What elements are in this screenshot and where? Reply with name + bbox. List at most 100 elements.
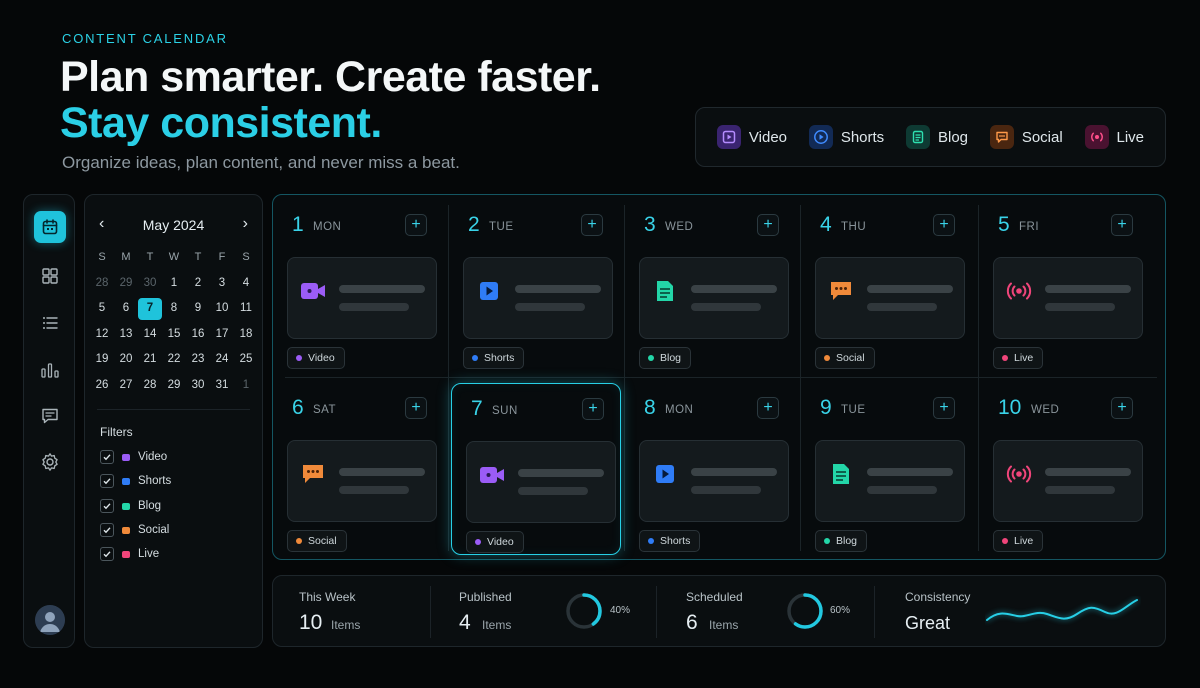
messages-icon[interactable] [34,400,66,432]
mini-calendar-day[interactable]: 22 [162,349,186,371]
checkbox-checked[interactable] [100,499,114,513]
checkbox-checked[interactable] [100,474,114,488]
legend-label-blog: Blog [937,128,969,146]
mini-calendar-day[interactable]: 1 [234,375,258,397]
add-item-button[interactable]: + [757,397,779,419]
add-item-button[interactable]: + [933,397,955,419]
mini-calendar-day[interactable]: 29 [114,273,138,295]
content-card[interactable] [639,257,789,339]
mini-calendar-day[interactable]: 15 [162,324,186,346]
mini-calendar-day[interactable]: 28 [90,273,114,295]
filter-shorts[interactable]: Shorts [100,473,171,489]
mini-calendar-day[interactable]: 3 [210,273,234,295]
mini-calendar-day[interactable]: 17 [210,324,234,346]
add-item-button[interactable]: + [405,397,427,419]
checkbox-checked[interactable] [100,523,114,537]
content-type-tag[interactable]: Blog [815,530,868,552]
content-card[interactable] [466,441,616,523]
filter-live[interactable]: Live [100,546,159,562]
legend-item-shorts[interactable]: Shorts [808,125,884,149]
mini-calendar-day[interactable]: 2 [186,273,210,295]
day-cell-1[interactable]: 1 MON + Video [273,200,443,372]
mini-calendar-day[interactable]: 29 [162,375,186,397]
mini-calendar-day[interactable]: 11 [234,298,258,320]
mini-calendar-day[interactable]: 30 [138,273,162,295]
mini-calendar-day[interactable]: 13 [114,324,138,346]
add-item-button[interactable]: + [581,214,603,236]
content-card[interactable] [993,440,1143,522]
content-card[interactable] [815,440,965,522]
filter-blog[interactable]: Blog [100,498,161,514]
content-card[interactable] [463,257,613,339]
mini-calendar-day[interactable]: 4 [234,273,258,295]
mini-calendar-day[interactable]: 28 [138,375,162,397]
day-cell-6[interactable]: 6 SAT + Social [273,383,443,555]
mini-calendar-day[interactable]: 21 [138,349,162,371]
checkbox-checked[interactable] [100,450,114,464]
add-item-button[interactable]: + [1111,397,1133,419]
mini-calendar-day[interactable]: 19 [90,349,114,371]
mini-calendar-day[interactable]: 25 [234,349,258,371]
mini-calendar-day[interactable]: 8 [162,298,186,320]
content-type-tag[interactable]: Social [287,530,347,552]
mini-calendar-day[interactable]: 31 [210,375,234,397]
list-icon[interactable] [34,307,66,339]
mini-calendar-day[interactable]: 30 [186,375,210,397]
content-type-tag[interactable]: Live [993,530,1044,552]
mini-calendar-day[interactable]: 23 [186,349,210,371]
mini-calendar-day[interactable]: 5 [90,298,114,320]
add-item-button[interactable]: + [1111,214,1133,236]
add-item-button[interactable]: + [405,214,427,236]
legend-item-blog[interactable]: Blog [905,125,969,149]
content-card[interactable] [287,440,437,522]
content-type-tag[interactable]: Blog [639,347,692,369]
content-type-tag[interactable]: Shorts [639,530,701,552]
mini-calendar-day[interactable]: 27 [114,375,138,397]
grid-icon[interactable] [34,260,66,292]
mini-calendar-day[interactable]: 12 [90,324,114,346]
day-cell-10[interactable]: 10 WED + Live [979,383,1149,555]
day-cell-5[interactable]: 5 FRI + Live [979,200,1149,372]
chart-icon[interactable] [34,354,66,386]
content-card[interactable] [287,257,437,339]
day-cell-4[interactable]: 4 THU + Social [801,200,971,372]
day-cell-9[interactable]: 9 TUE + Blog [801,383,971,555]
mini-calendar-day[interactable]: 10 [210,298,234,320]
content-card[interactable] [993,257,1143,339]
filter-video[interactable]: Video [100,449,167,465]
mini-calendar-day[interactable]: 6 [114,298,138,320]
mini-calendar-day[interactable]: 9 [186,298,210,320]
add-item-button[interactable]: + [582,398,604,420]
content-type-tag[interactable]: Social [815,347,875,369]
day-weekday: WED [665,221,694,233]
content-type-tag[interactable]: Shorts [463,347,525,369]
mini-calendar-day[interactable]: 20 [114,349,138,371]
mini-calendar-day[interactable]: 14 [138,324,162,346]
legend-item-social[interactable]: Social [989,125,1063,149]
settings-icon[interactable] [34,446,66,478]
legend-item-live[interactable]: Live [1084,125,1144,149]
user-avatar[interactable] [35,605,65,635]
filter-social[interactable]: Social [100,522,169,538]
next-month-button[interactable]: › [243,215,248,233]
content-card[interactable] [815,257,965,339]
checkbox-checked[interactable] [100,547,114,561]
day-cell-3[interactable]: 3 WED + Blog [625,200,795,372]
mini-calendar-day[interactable]: 1 [162,273,186,295]
mini-calendar-day[interactable]: 26 [90,375,114,397]
content-type-tag[interactable]: Live [993,347,1044,369]
content-type-tag[interactable]: Video [287,347,345,369]
day-cell-7[interactable]: 7 SUN + Video [451,383,621,555]
content-card[interactable] [639,440,789,522]
add-item-button[interactable]: + [933,214,955,236]
mini-calendar-day[interactable]: 16 [186,324,210,346]
mini-calendar-day-selected[interactable]: 7 [138,298,162,320]
mini-calendar-day[interactable]: 18 [234,324,258,346]
day-cell-8[interactable]: 8 MON + Shorts [625,383,795,555]
calendar-icon[interactable] [34,211,66,243]
add-item-button[interactable]: + [757,214,779,236]
legend-item-video[interactable]: Video [716,125,787,149]
content-type-tag[interactable]: Video [466,531,524,553]
mini-calendar-day[interactable]: 24 [210,349,234,371]
day-cell-2[interactable]: 2 TUE + Shorts [449,200,619,372]
